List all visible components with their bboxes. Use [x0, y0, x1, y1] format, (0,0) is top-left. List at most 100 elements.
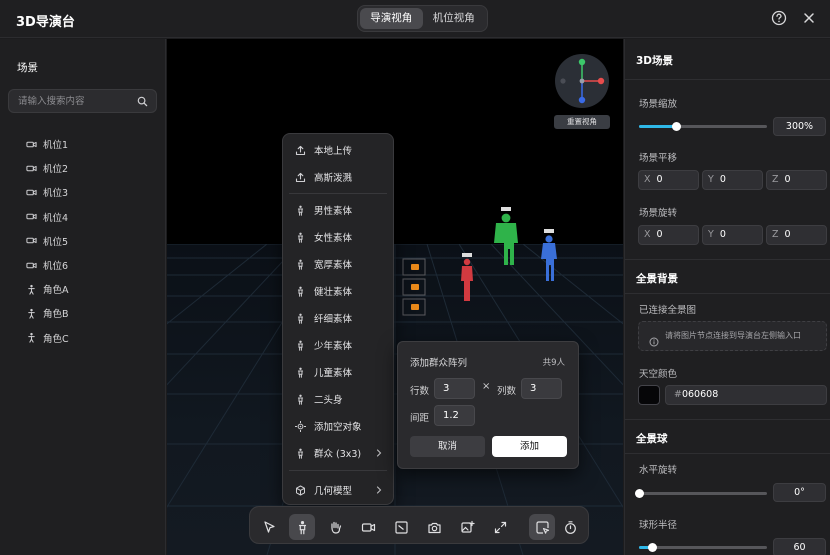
scene-item-character-b[interactable]: 角色B — [0, 301, 166, 325]
person-icon — [295, 394, 306, 405]
menu-item-broad-body[interactable]: 宽厚素体 — [283, 251, 393, 277]
section-title-panorama: 全景背景 — [636, 273, 678, 285]
scale-value[interactable]: 300% — [773, 117, 826, 136]
3d-viewport[interactable]: 重置视角 — [167, 39, 623, 555]
sky-color-input[interactable]: #060608 — [665, 385, 827, 405]
scene-panel-title: 场景 — [17, 62, 38, 74]
scene-item-label: 角色A — [43, 285, 69, 297]
menu-item-chibi[interactable]: 二头身 — [283, 386, 393, 412]
add-image-button[interactable] — [454, 514, 480, 540]
h-rotate-slider[interactable] — [635, 489, 767, 498]
search-icon[interactable] — [137, 96, 148, 107]
character-blue[interactable] — [538, 229, 560, 285]
translate-y-input[interactable]: Y0 — [702, 170, 763, 190]
sky-color-label: 天空颜色 — [639, 369, 678, 380]
cube-icon — [295, 485, 306, 496]
pose-tool-button[interactable] — [322, 514, 348, 540]
scene-item-camera-2[interactable]: 机位2 — [0, 156, 166, 180]
rotate-z-input[interactable]: Z0 — [766, 225, 827, 245]
tab-camera-view[interactable]: 机位视角 — [423, 8, 486, 29]
panel-divider — [625, 79, 830, 80]
annotate-tool-button[interactable] — [529, 514, 555, 540]
translate-z-input[interactable]: Z0 — [766, 170, 827, 190]
close-icon[interactable] — [800, 9, 818, 27]
sky-color-swatch[interactable] — [638, 385, 660, 405]
screenshot-button[interactable] — [421, 514, 447, 540]
scene-item-camera-5[interactable]: 机位5 — [0, 229, 166, 253]
scene-item-camera-6[interactable]: 机位6 — [0, 253, 166, 277]
search-input[interactable] — [18, 94, 128, 109]
scale-slider[interactable] — [639, 122, 767, 131]
scene-item-camera-4[interactable]: 机位4 — [0, 205, 166, 229]
scene-item-character-a[interactable]: 角色A — [0, 277, 166, 301]
slider-fill — [639, 125, 677, 128]
slider-knob[interactable] — [647, 543, 657, 552]
person-icon — [295, 313, 306, 324]
slider-knob[interactable] — [672, 122, 682, 131]
menu-item-gaussian-splat[interactable]: 高斯泼溅 — [283, 164, 393, 190]
character-red[interactable] — [457, 253, 477, 305]
menu-item-label: 男性素体 — [314, 206, 353, 217]
rotate-label: 场景旋转 — [639, 208, 678, 219]
menu-item-label: 群众 (3x3) — [314, 449, 362, 460]
menu-item-empty-object[interactable]: 添加空对象 — [283, 413, 393, 439]
search-box — [8, 89, 157, 113]
orientation-gizmo[interactable] — [555, 54, 609, 108]
camera-icon — [25, 235, 37, 247]
menu-item-upload-local[interactable]: 本地上传 — [283, 137, 393, 163]
fullscreen-button[interactable] — [487, 514, 513, 540]
scene-item-label: 机位6 — [43, 261, 69, 273]
tab-director-view[interactable]: 导演视角 — [360, 8, 423, 29]
menu-item-teen-body[interactable]: 少年素体 — [283, 332, 393, 358]
translate-x-value: 0 — [656, 174, 663, 185]
select-tool-button[interactable] — [256, 514, 282, 540]
camera-icon — [25, 138, 37, 150]
radius-label: 球形半径 — [639, 520, 678, 531]
menu-item-crowd[interactable]: 群众 (3x3) — [283, 440, 393, 466]
rotate-y-input[interactable]: Y0 — [702, 225, 763, 245]
frame-tool-button[interactable] — [388, 514, 414, 540]
h-rotate-value[interactable]: 0° — [773, 483, 826, 502]
info-icon — [649, 331, 659, 347]
menu-item-label: 儿童素体 — [314, 368, 353, 379]
times-sign: × — [482, 381, 491, 392]
menu-item-female-body[interactable]: 女性素体 — [283, 224, 393, 250]
cols-input[interactable]: 3 — [521, 378, 562, 399]
add-character-button[interactable] — [289, 514, 315, 540]
person-icon — [25, 283, 37, 295]
slider-knob[interactable] — [635, 489, 644, 498]
menu-item-slim-body[interactable]: 纤细素体 — [283, 305, 393, 331]
menu-item-male-body[interactable]: 男性素体 — [283, 197, 393, 223]
section-title-3d-scene: 3D场景 — [636, 55, 674, 67]
add-button[interactable]: 添加 — [492, 436, 567, 457]
character-green[interactable] — [493, 207, 519, 267]
translate-z-value: 0 — [784, 174, 791, 185]
camera-markers — [402, 258, 426, 316]
radius-slider[interactable] — [639, 543, 767, 552]
menu-item-athletic-body[interactable]: 健壮素体 — [283, 278, 393, 304]
panorama-connect-hint: 请将图片节点连接到导演台左侧输入口 — [665, 331, 801, 340]
scene-item-character-c[interactable]: 角色C — [0, 326, 166, 350]
hand-icon — [330, 521, 341, 534]
panorama-connect-slot[interactable]: 请将图片节点连接到导演台左侧输入口 — [638, 321, 827, 351]
scene-item-label: 角色B — [43, 309, 69, 321]
cursor-icon — [263, 520, 275, 533]
camera-icon — [25, 211, 37, 223]
menu-item-label: 添加空对象 — [314, 422, 362, 433]
translate-x-input[interactable]: X0 — [638, 170, 699, 190]
menu-item-geometry[interactable]: 几何模型 — [283, 477, 393, 503]
rows-input[interactable]: 3 — [434, 378, 475, 399]
rotate-x-input[interactable]: X0 — [638, 225, 699, 245]
scene-item-label: 角色C — [43, 333, 69, 345]
scene-item-camera-3[interactable]: 机位3 — [0, 180, 166, 204]
scene-item-camera-1[interactable]: 机位1 — [0, 132, 166, 156]
radius-value[interactable]: 60 — [773, 538, 826, 555]
add-camera-button[interactable] — [355, 514, 381, 540]
panel-divider — [625, 453, 830, 454]
help-icon[interactable] — [770, 9, 788, 27]
reset-view-button[interactable]: 重置视角 — [554, 115, 610, 129]
timer-button[interactable] — [557, 514, 583, 540]
menu-item-child-body[interactable]: 儿童素体 — [283, 359, 393, 385]
cancel-button[interactable]: 取消 — [410, 436, 485, 457]
spacing-input[interactable]: 1.2 — [434, 405, 475, 426]
